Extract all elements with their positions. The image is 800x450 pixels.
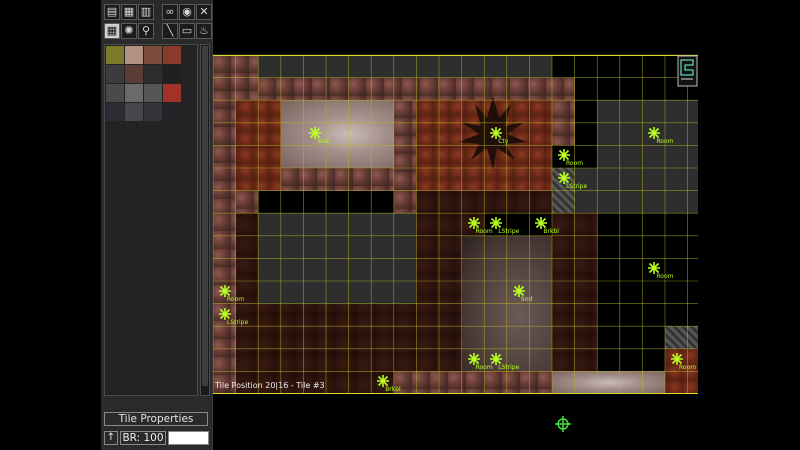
marker-label: LStripe — [566, 183, 588, 190]
tiles-icon[interactable]: ▦ — [104, 23, 120, 39]
palette-swatch[interactable] — [125, 46, 143, 64]
marker-label: Room — [475, 228, 493, 236]
marker-label: Brkbl — [543, 228, 559, 236]
paint-icon[interactable]: ⚲ — [138, 23, 154, 39]
tile-palette[interactable] — [104, 44, 198, 396]
disk-icon[interactable]: ▥ — [138, 4, 154, 20]
palette-swatch[interactable] — [125, 84, 143, 102]
link-icon[interactable]: ∞ — [162, 4, 178, 20]
crosshair-icon — [555, 416, 571, 432]
arrow-up-icon[interactable]: ↑ — [104, 431, 118, 445]
map-top-border — [213, 55, 698, 56]
editor-window: Tile Properties ↑ BR: 100 Snd Cty Room Room… — [0, 0, 800, 450]
marker-label: Brkbl — [385, 386, 401, 394]
fire-icon[interactable]: ♨ — [196, 23, 212, 39]
palette-swatch[interactable] — [106, 84, 124, 102]
palette-swatch[interactable] — [144, 103, 162, 121]
palette-swatch[interactable] — [163, 46, 181, 64]
marker-label: Room — [227, 296, 245, 303]
map-canvas[interactable]: Snd Cty Room Room LStripe Room LStripe Brkbl Roo… — [213, 0, 698, 450]
tile-properties-button[interactable]: Tile Properties — [104, 412, 208, 426]
marker-label: LStripe — [227, 318, 249, 326]
minimap-icon[interactable] — [677, 55, 698, 87]
palette-scrollbar[interactable] — [200, 44, 210, 396]
eye-icon[interactable]: ◉ — [179, 4, 195, 20]
close-icon[interactable]: ✕ — [196, 4, 212, 20]
palette-swatch[interactable] — [106, 46, 124, 64]
palette-swatch[interactable] — [163, 65, 181, 83]
tile-position-status: Tile Position 20|16 - Tile #3 — [215, 381, 325, 390]
palette-swatch[interactable] — [144, 46, 162, 64]
marker-label: Room — [566, 160, 584, 168]
palette-swatch[interactable] — [144, 65, 162, 83]
marker-label: Snd — [520, 296, 533, 303]
marker-label: Snd — [317, 137, 329, 145]
map-bottom-border — [213, 393, 698, 394]
clipboard-icon[interactable]: ▤ — [104, 4, 120, 20]
palette-swatch[interactable] — [144, 84, 162, 102]
palette-swatch[interactable] — [106, 65, 124, 83]
marker-label: Room — [656, 273, 674, 281]
value-input[interactable] — [168, 431, 209, 445]
palette-swatch[interactable] — [125, 65, 143, 83]
palette-swatch[interactable] — [106, 103, 124, 121]
marker-label: Room — [475, 363, 493, 371]
layer-icon[interactable]: ▭ — [179, 23, 195, 39]
right-margin — [698, 0, 800, 450]
brush-size-display[interactable]: BR: 100 — [120, 431, 166, 445]
marker-label: Cty — [498, 137, 509, 145]
scrollbar-thumb[interactable] — [202, 46, 208, 386]
palette-swatch[interactable] — [125, 103, 143, 121]
marker-label: LStripe — [498, 228, 520, 236]
marker-label: Room — [656, 137, 674, 145]
marker-label: Room — [679, 363, 697, 371]
wand-icon[interactable]: ╲ — [162, 23, 178, 39]
sun-icon[interactable]: ✺ — [121, 23, 137, 39]
save-icon[interactable]: ▦ — [121, 4, 137, 20]
palette-swatch[interactable] — [163, 103, 181, 121]
palette-swatch[interactable] — [163, 84, 181, 102]
marker-label: LStripe — [498, 363, 520, 371]
